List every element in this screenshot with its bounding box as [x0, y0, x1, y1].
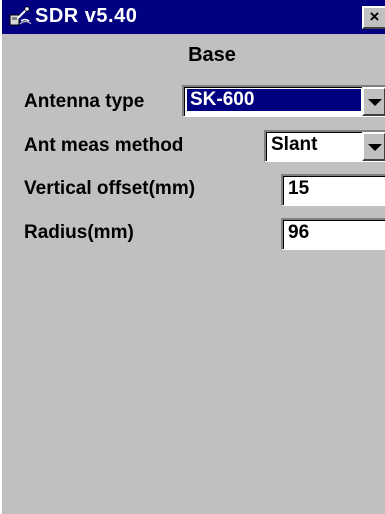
antenna-type-label: Antenna type	[24, 91, 145, 112]
ant-meas-method-dropdown-button[interactable]	[362, 132, 385, 161]
vertical-offset-value: 15	[288, 178, 310, 199]
section-title: Base	[188, 44, 236, 66]
ant-meas-method-select[interactable]: Slant	[264, 130, 385, 162]
antenna-type-value: SK-600	[187, 89, 361, 111]
window-title: SDR v5.40	[35, 5, 138, 27]
chevron-down-icon	[368, 144, 382, 151]
app-window: SDR v5.40 × Base Antenna type SK-600 Ant…	[0, 0, 385, 514]
close-icon: ×	[369, 7, 380, 26]
antenna-type-dropdown-button[interactable]	[362, 87, 385, 116]
close-button[interactable]: ×	[362, 6, 385, 29]
radius-value: 96	[288, 222, 310, 243]
ant-meas-method-value: Slant	[271, 134, 318, 155]
radius-input[interactable]: 96	[281, 218, 385, 250]
vertical-offset-label: Vertical offset(mm)	[24, 178, 196, 199]
vertical-offset-input[interactable]: 15	[281, 174, 385, 206]
radius-label: Radius(mm)	[24, 222, 134, 243]
title-bar[interactable]: SDR v5.40 ×	[2, 0, 385, 34]
antenna-type-select[interactable]: SK-600	[182, 85, 385, 117]
chevron-down-icon	[368, 99, 382, 106]
app-icon	[9, 6, 32, 26]
ant-meas-method-label: Ant meas method	[24, 135, 184, 156]
